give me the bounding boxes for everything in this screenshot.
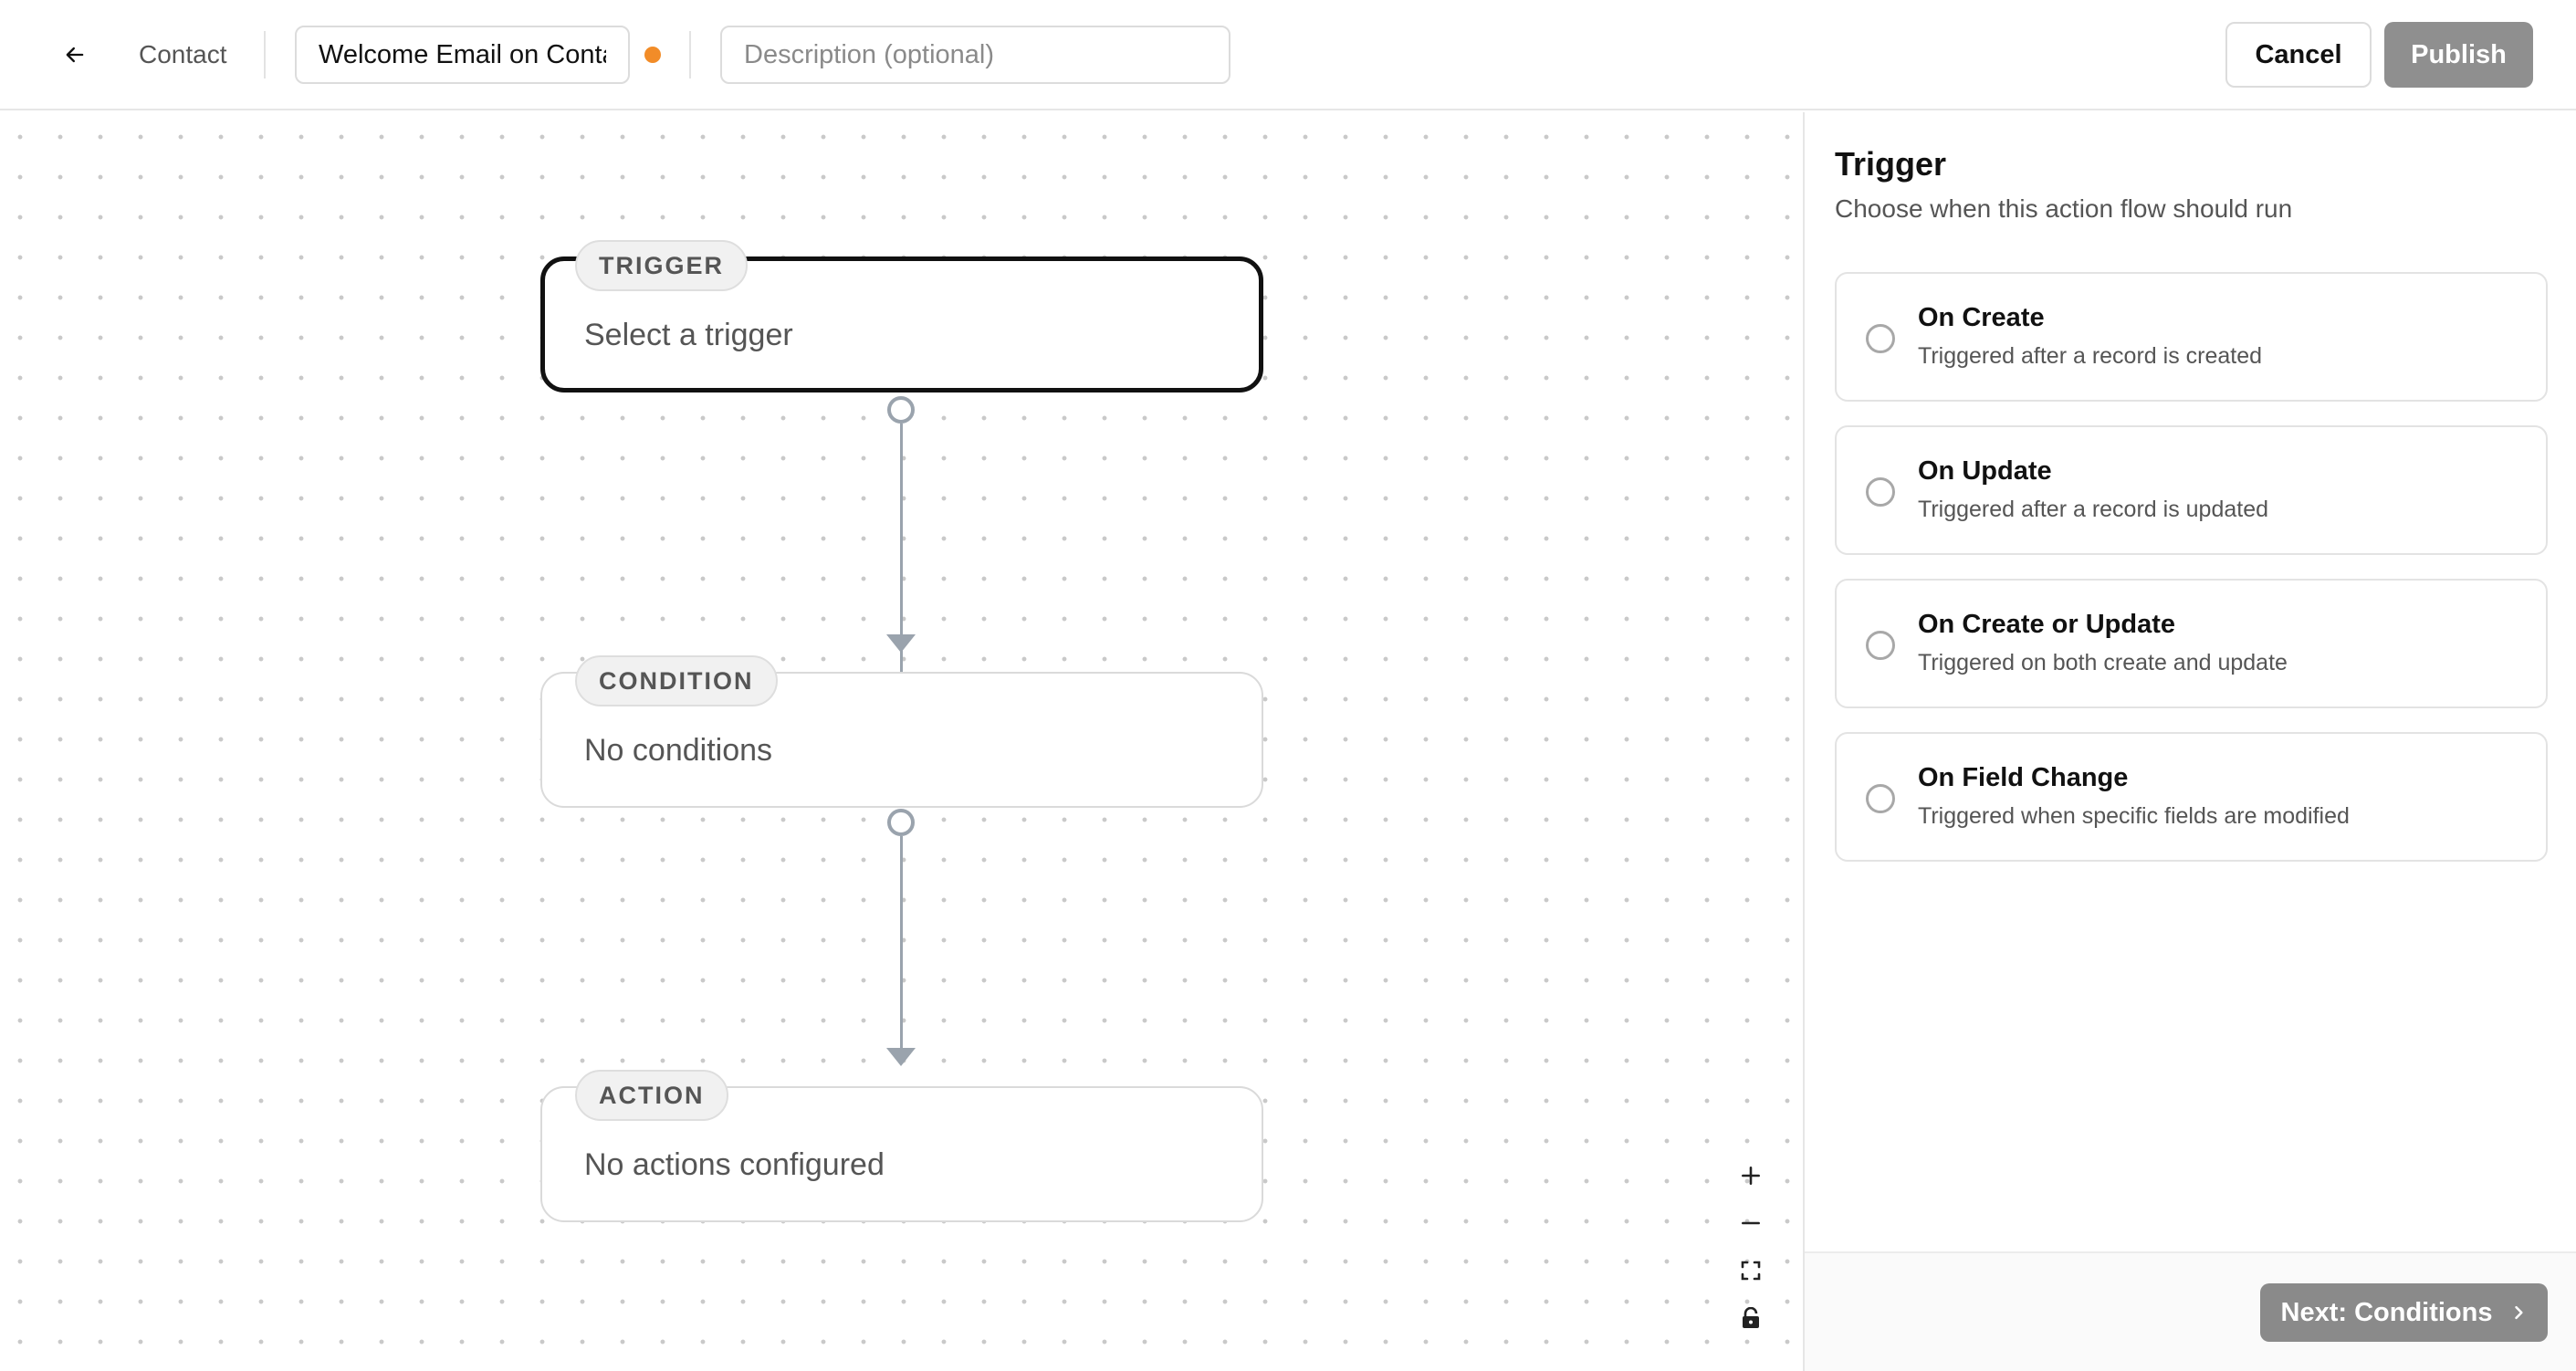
lock-button[interactable] [1731, 1298, 1771, 1338]
plus-icon [1742, 1167, 1760, 1185]
option-title: On Field Change [1918, 763, 2129, 792]
zoom-in-button[interactable] [1731, 1156, 1771, 1196]
option-title: On Create or Update [1918, 610, 2175, 639]
fit-view-button[interactable] [1731, 1251, 1771, 1291]
zoom-out-button[interactable] [1731, 1203, 1771, 1243]
radio-button[interactable] [1866, 477, 1895, 507]
option-title: On Update [1918, 456, 2052, 486]
trigger-panel: Trigger Choose when this action flow sho… [1805, 112, 2576, 1371]
option-description: Triggered after a record is updated [1918, 497, 2269, 522]
trigger-option-on-create[interactable]: On Create Triggered after a record is cr… [1835, 272, 2548, 402]
back-button[interactable] [55, 35, 95, 75]
chevron-right-icon [2514, 1305, 2523, 1320]
connection-port[interactable] [887, 809, 915, 836]
option-description: Triggered on both create and update [1918, 650, 2288, 675]
action-node[interactable]: ACTION No actions configured [540, 1070, 1263, 1222]
minus-icon [1742, 1221, 1760, 1225]
radio-button[interactable] [1866, 324, 1895, 353]
node-tag-condition: CONDITION [575, 655, 778, 706]
divider [689, 31, 691, 78]
node-text-action: No actions configured [584, 1147, 885, 1182]
cancel-button[interactable]: Cancel [2225, 22, 2372, 88]
option-description: Triggered after a record is created [1918, 343, 2263, 369]
trigger-option-on-field-change[interactable]: On Field Change Triggered when specific … [1835, 732, 2548, 862]
flow-canvas[interactable]: TRIGGER Select a trigger CONDITION No co… [0, 112, 1803, 1371]
trigger-option-on-update[interactable]: On Update Triggered after a record is up… [1835, 425, 2548, 555]
lock-icon [1743, 1307, 1759, 1328]
option-description: Triggered when specific fields are modif… [1918, 803, 2350, 829]
connection-edge [900, 836, 903, 1049]
panel-subtitle: Choose when this action flow should run [1835, 194, 2293, 223]
arrow-down-icon [886, 634, 916, 653]
option-title: On Create [1918, 303, 2045, 332]
flow-name-input[interactable] [295, 26, 630, 84]
node-tag-action: ACTION [575, 1070, 728, 1121]
trigger-node[interactable]: TRIGGER Select a trigger [540, 240, 1263, 392]
arrow-down-icon [886, 1048, 916, 1066]
trigger-option-on-create-or-update[interactable]: On Create or Update Triggered on both cr… [1835, 579, 2548, 708]
breadcrumb-contact[interactable]: Contact [139, 37, 227, 73]
radio-button[interactable] [1866, 631, 1895, 660]
node-text-condition: No conditions [584, 733, 773, 768]
divider [264, 31, 266, 78]
fit-view-icon [1741, 1261, 1761, 1281]
node-text-trigger: Select a trigger [584, 318, 793, 352]
arrow-left-icon [66, 47, 84, 63]
unsaved-indicator [644, 47, 661, 63]
condition-node[interactable]: CONDITION No conditions [540, 655, 1263, 808]
publish-button[interactable]: Publish [2384, 22, 2533, 88]
description-input[interactable] [720, 26, 1230, 84]
connection-port[interactable] [887, 396, 915, 424]
next-conditions-button[interactable]: Next: Conditions [2260, 1283, 2548, 1342]
top-bar: Contact Cancel Publish [0, 0, 2576, 110]
panel-footer: Next: Conditions [1805, 1251, 2576, 1371]
node-tag-trigger: TRIGGER [575, 240, 749, 291]
next-button-label: Next: Conditions [2280, 1297, 2493, 1327]
panel-title: Trigger [1835, 145, 1947, 183]
radio-button[interactable] [1866, 784, 1895, 813]
